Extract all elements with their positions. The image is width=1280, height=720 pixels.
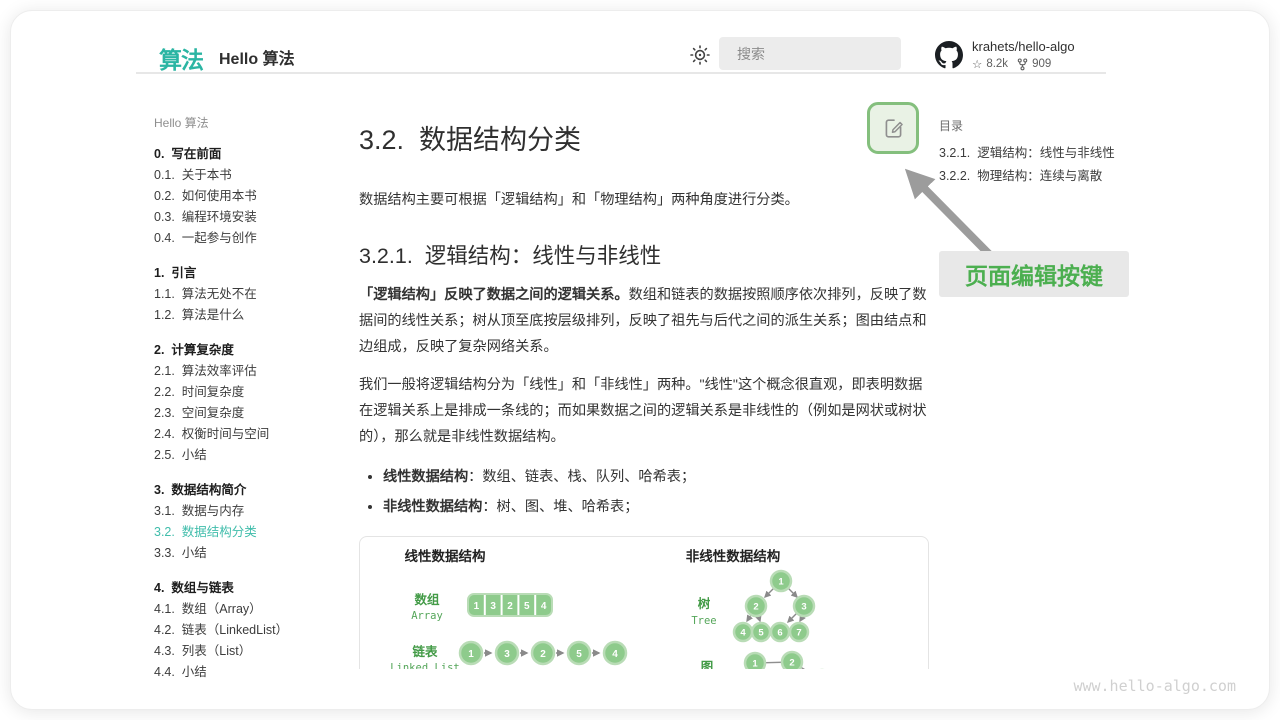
structure-list: 线性数据结构：数组、链表、栈、队列、哈希表； 非线性数据结构：树、图、堆、哈希表… (383, 464, 931, 520)
sidebar-item-2-1[interactable]: 2.1. 算法效率评估 (154, 361, 344, 382)
toc-panel: 目录 3.2.1. 逻辑结构：线性与非线性 3.2.2. 物理结构：连续与离散 (939, 117, 1139, 187)
linkedlist-label-en: Linked List (390, 662, 460, 669)
page-edit-button[interactable] (867, 102, 919, 154)
graph-label-zh: 图 (701, 660, 714, 669)
graph-graphic: 1 2 3 4 5 (745, 652, 832, 669)
site-logo[interactable]: 算法 (159, 41, 203, 75)
sidebar-item-2-2[interactable]: 2.2. 时间复杂度 (154, 382, 344, 403)
svg-text:1: 1 (752, 659, 758, 670)
section-heading: 3.2.1. 逻辑结构：线性与非线性 (359, 239, 931, 270)
list-term: 线性数据结构 (383, 469, 468, 485)
github-repo-stats: ☆ 8.2k 909 (972, 57, 1075, 71)
svg-text:5: 5 (524, 601, 530, 612)
svg-text:4: 4 (612, 649, 618, 660)
svg-text:6: 6 (777, 628, 782, 639)
sidebar-nav: Hello 算法 0. 写在前面 0.1. 关于本书 0.2. 如何使用本书 0… (154, 116, 344, 683)
github-stars: 8.2k (986, 58, 1008, 70)
list-rest: ：树、图、堆、哈希表； (482, 499, 638, 515)
sidebar-item-4-3[interactable]: 4.3. 列表（List） (154, 641, 344, 662)
linear-title: 线性数据结构 (405, 548, 486, 564)
toc-title: 目录 (939, 117, 1139, 134)
page-title: 3.2. 数据结构分类 (359, 118, 931, 157)
logic-structure-paragraph: 「逻辑结构」反映了数据之间的逻辑关系。数组和链表的数据按照顺序依次排列，反映了数… (359, 282, 931, 360)
sidebar-item-0-4[interactable]: 0.4. 一起参与创作 (154, 228, 344, 249)
svg-text:1: 1 (468, 649, 474, 660)
browser-window: 算法 Hello 算法 krahets/hello-algo ☆ (10, 10, 1270, 710)
list-term: 非线性数据结构 (383, 499, 482, 515)
toc-item-2[interactable]: 3.2.2. 物理结构：连续与离散 (939, 165, 1139, 188)
annotation-label: 页面编辑按键 (939, 251, 1129, 297)
list-item-nonlinear: 非线性数据结构：树、图、堆、哈希表； (383, 494, 931, 520)
svg-text:3: 3 (490, 601, 496, 612)
search-box[interactable] (719, 37, 901, 70)
svg-text:1: 1 (474, 601, 480, 612)
theme-toggle-button[interactable] (687, 43, 713, 69)
svg-text:7: 7 (796, 628, 801, 639)
sidebar-section-1[interactable]: 1. 引言 (154, 263, 344, 284)
array-label-en: Array (411, 610, 443, 622)
sidebar-item-2-5[interactable]: 2.5. 小结 (154, 445, 344, 466)
svg-text:2: 2 (507, 601, 513, 612)
sidebar-item-1-1[interactable]: 1.1. 算法无处不在 (154, 284, 344, 305)
sidebar-item-2-4[interactable]: 2.4. 权衡时间与空间 (154, 424, 344, 445)
nonlinear-title: 非线性数据结构 (686, 548, 781, 564)
svg-text:4: 4 (740, 628, 746, 639)
svg-text:4: 4 (541, 601, 547, 612)
search-input[interactable] (737, 46, 918, 62)
header-divider (136, 72, 1106, 74)
svg-text:3: 3 (801, 602, 806, 613)
sidebar-section-3[interactable]: 3. 数据结构简介 (154, 480, 344, 501)
sidebar-section-0[interactable]: 0. 写在前面 (154, 144, 344, 165)
toc-item-1[interactable]: 3.2.1. 逻辑结构：线性与非线性 (939, 142, 1139, 165)
sidebar-item-4-2[interactable]: 4.2. 链表（LinkedList） (154, 620, 344, 641)
sun-brightness-icon (688, 43, 712, 67)
svg-text:5: 5 (576, 649, 582, 660)
intro-paragraph: 数据结构主要可根据「逻辑结构」和「物理结构」两种角度进行分类。 (359, 187, 931, 213)
linkedlist-label-zh: 链表 (412, 644, 438, 659)
sidebar-item-2-3[interactable]: 2.3. 空间复杂度 (154, 403, 344, 424)
linkedlist-graphic: 1 3 2 5 4 (460, 642, 626, 664)
sidebar-item-0-3[interactable]: 0.3. 编程环境安装 (154, 207, 344, 228)
list-rest: ：数组、链表、栈、队列、哈希表； (468, 469, 695, 485)
svg-text:3: 3 (504, 649, 510, 660)
sidebar-section-2[interactable]: 2. 计算复杂度 (154, 340, 344, 361)
site-title: Hello 算法 (219, 45, 295, 69)
tree-label-en: Tree (691, 615, 716, 627)
tree-graphic: 1 2 3 4 5 6 7 (734, 571, 814, 641)
github-repo-name: krahets/hello-algo (972, 39, 1075, 54)
sidebar-item-0-2[interactable]: 0.2. 如何使用本书 (154, 186, 344, 207)
sidebar-header: Hello 算法 (154, 116, 344, 130)
sidebar-item-4-1[interactable]: 4.1. 数组（Array） (154, 599, 344, 620)
tree-label-zh: 树 (698, 596, 711, 611)
data-structure-figure: 线性数据结构 数组 Array 1 3 2 5 4 链表 Linked Lis (359, 536, 929, 669)
sidebar-item-3-2-active[interactable]: 3.2. 数据结构分类 (154, 522, 344, 543)
linear-nonlinear-paragraph: 我们一般将逻辑结构分为「线性」和「非线性」两种。"线性"这个概念很直观，即表明数… (359, 372, 931, 450)
sidebar-item-0-1[interactable]: 0.1. 关于本书 (154, 165, 344, 186)
article: 3.2. 数据结构分类 数据结构主要可根据「逻辑结构」和「物理结构」两种角度进行… (359, 106, 931, 669)
svg-text:1: 1 (778, 577, 784, 588)
sidebar-item-3-3[interactable]: 3.3. 小结 (154, 543, 344, 564)
page-edit-icon (881, 116, 906, 141)
fork-icon (1017, 58, 1028, 71)
array-graphic: 1 3 2 5 4 (468, 594, 552, 616)
sidebar-item-4-4[interactable]: 4.4. 小结 (154, 662, 344, 683)
sidebar-section-4[interactable]: 4. 数组与链表 (154, 578, 344, 599)
svg-text:5: 5 (758, 628, 764, 639)
paragraph-lead-bold: 「逻辑结构」反映了数据之间的逻辑关系。 (359, 287, 629, 303)
svg-text:2: 2 (540, 649, 546, 660)
svg-text:2: 2 (789, 658, 794, 669)
watermark: www.hello-algo.com (1073, 677, 1236, 695)
list-item-linear: 线性数据结构：数组、链表、栈、队列、哈希表； (383, 464, 931, 490)
star-icon: ☆ (972, 57, 982, 71)
array-label-zh: 数组 (413, 592, 440, 607)
svg-text:2: 2 (753, 602, 758, 613)
github-repo-link[interactable]: krahets/hello-algo ☆ 8.2k 909 (935, 39, 1075, 71)
github-icon (935, 41, 963, 69)
sidebar-item-1-2[interactable]: 1.2. 算法是什么 (154, 305, 344, 326)
github-forks: 909 (1032, 58, 1051, 70)
sidebar-item-3-1[interactable]: 3.1. 数据与内存 (154, 501, 344, 522)
